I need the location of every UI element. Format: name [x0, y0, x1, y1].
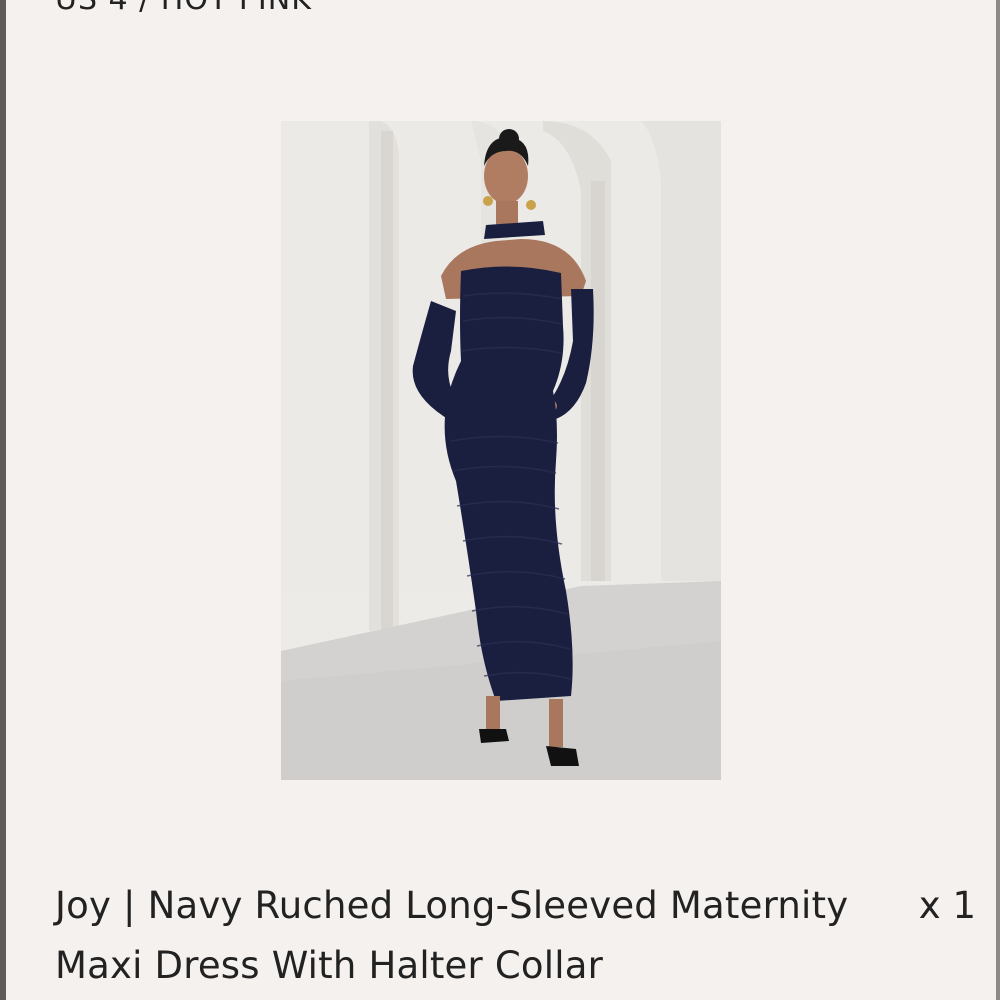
product-title[interactable]: Joy | Navy Ruched Long-Sleeved Maternity… — [55, 876, 855, 996]
variant-label: US 4 / HOT PINK — [55, 0, 312, 17]
right-edge-border — [996, 0, 1000, 1000]
product-photo-illustration — [281, 121, 721, 780]
product-image[interactable] — [281, 121, 721, 780]
product-title-line-1: Joy | Navy Ruched Long-Sleeved Maternity — [55, 884, 849, 927]
left-edge-border — [0, 0, 6, 1000]
product-title-line-2: Maxi Dress With Halter Collar — [55, 944, 604, 987]
cart-item-screen: US 4 / HOT PINK — [0, 0, 1000, 1000]
quantity-label: x 1 — [918, 884, 976, 927]
